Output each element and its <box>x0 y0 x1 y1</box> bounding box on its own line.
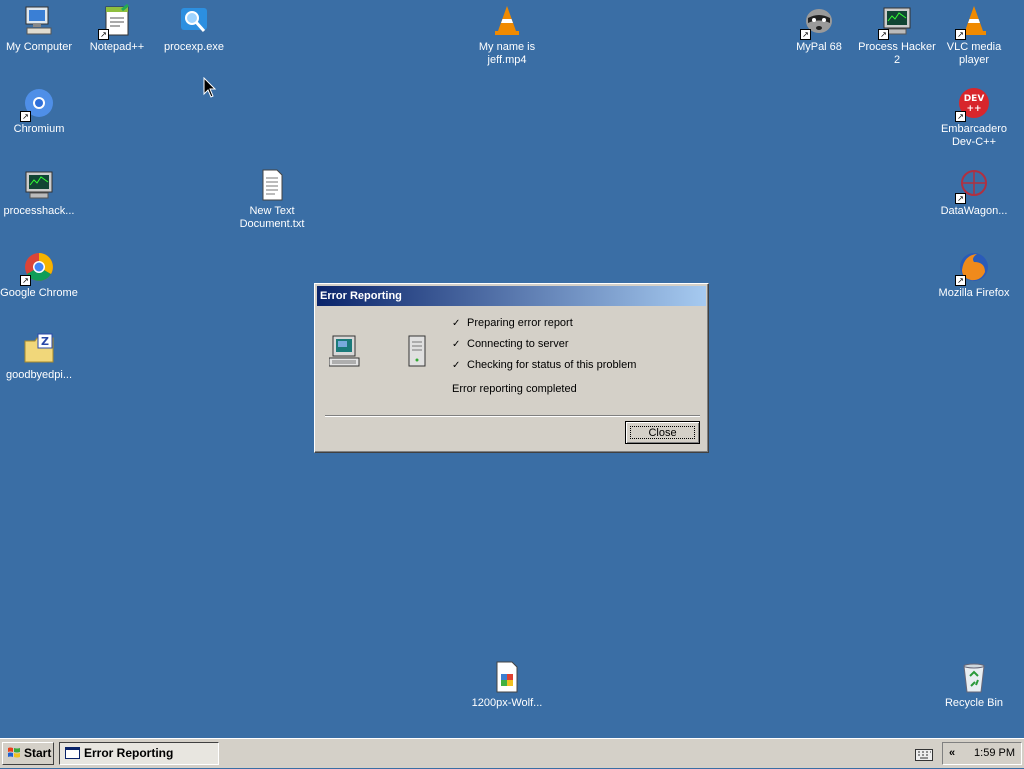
process-hacker-icon: ↗ <box>878 4 914 40</box>
progress-steps-list: ✓ Preparing error report ✓ Connecting to s… <box>452 316 636 379</box>
close-button[interactable]: Close <box>625 421 700 444</box>
icon-label: MyPal 68 <box>796 41 842 53</box>
desktop-icon-processhack[interactable]: processhack... <box>0 168 78 218</box>
icon-label: DataWagon... <box>940 205 1008 217</box>
desktop-icon-procexp[interactable]: procexp.exe <box>155 4 233 54</box>
computer-icon <box>22 4 56 38</box>
step-label: Checking for status of this problem <box>467 359 637 371</box>
icon-label: procexp.exe <box>164 41 224 53</box>
desktop-icon-recycle-bin[interactable]: Recycle Bin <box>935 660 1013 710</box>
desktop-icon-notepadpp[interactable]: ↗ Notepad++ <box>78 3 156 54</box>
devcpp-icon: DEV ++ ↗ <box>955 86 991 122</box>
show-hidden-icons-chevron-icon[interactable]: « <box>949 743 955 764</box>
desktop: My Computer ↗ Notepad++ procexp.exe My n… <box>0 0 1024 738</box>
focus-rect <box>630 426 695 439</box>
icon-label: My Computer <box>5 41 73 53</box>
chromium-icon: ↗ <box>20 86 56 122</box>
image-file-icon <box>490 660 524 694</box>
text-file-icon <box>255 168 289 202</box>
icon-label: goodbyedpi... <box>5 369 73 381</box>
shortcut-arrow-icon: ↗ <box>878 29 889 40</box>
chrome-icon: ↗ <box>20 250 56 286</box>
desktop-icon-devcpp[interactable]: DEV ++ ↗ Embarcadero Dev-C++ <box>935 86 1013 149</box>
step-label: Connecting to server <box>467 338 569 350</box>
icon-label: processhack... <box>3 205 75 217</box>
icon-label: New Text Document.txt <box>239 205 305 230</box>
raccoon-icon: ↗ <box>800 4 836 40</box>
start-label: Start <box>24 745 52 760</box>
desktop-icon-google-chrome[interactable]: ↗ Google Chrome <box>0 250 78 300</box>
svg-text:Z: Z <box>41 335 49 348</box>
icon-label: Embarcadero Dev-C++ <box>940 123 1008 148</box>
progress-step: ✓ Checking for status of this problem <box>452 358 636 379</box>
checkmark-icon: ✓ <box>452 339 461 350</box>
icon-label: Google Chrome <box>0 287 78 299</box>
mouse-cursor-icon <box>203 76 217 102</box>
shortcut-arrow-icon: ↗ <box>98 29 109 40</box>
vlc-cone-icon: ↗ <box>955 4 991 40</box>
desktop-icon-datawagon[interactable]: ↗ DataWagon... <box>935 168 1013 218</box>
desktop-icon-chromium[interactable]: ↗ Chromium <box>0 86 78 136</box>
process-hacker-icon <box>22 168 56 202</box>
step-label: Preparing error report <box>467 317 573 329</box>
shortcut-arrow-icon: ↗ <box>20 275 31 286</box>
desktop-icon-mypal[interactable]: ↗ MyPal 68 <box>780 4 858 54</box>
icon-label: 1200px-Wolf... <box>471 697 543 709</box>
desktop-icon-goodbyedpi[interactable]: Z goodbyedpi... <box>0 332 78 382</box>
desktop-icon-process-hacker[interactable]: ↗ Process Hacker 2 <box>858 4 936 67</box>
desktop-icon-vlc[interactable]: ↗ VLC media player <box>935 4 1013 67</box>
system-tray: « 1:59 PM <box>915 742 1022 765</box>
windows-logo-icon <box>7 746 21 762</box>
taskbar-button-error-reporting[interactable]: Error Reporting <box>59 742 219 765</box>
computer-icon <box>328 334 361 368</box>
checkmark-icon: ✓ <box>452 318 461 329</box>
shortcut-arrow-icon: ↗ <box>955 193 966 204</box>
taskbar: Start Error Reporting « 1:59 PM <box>0 738 1024 768</box>
firefox-icon: ↗ <box>955 250 991 286</box>
window-icon <box>65 747 80 759</box>
icon-label: Recycle Bin <box>944 697 1004 709</box>
dialog-titlebar[interactable]: Error Reporting <box>317 286 706 306</box>
server-icon <box>407 334 427 368</box>
shortcut-arrow-icon: ↗ <box>800 29 811 40</box>
progress-step: ✓ Connecting to server <box>452 337 636 358</box>
status-text: Error reporting completed <box>452 383 577 395</box>
taskbar-button-label: Error Reporting <box>84 746 174 760</box>
desktop-icon-video-file[interactable]: My name is jeff.mp4 <box>468 4 546 67</box>
svg-text:++: ++ <box>966 104 981 114</box>
icon-label: Chromium <box>13 123 65 135</box>
shortcut-arrow-icon: ↗ <box>955 275 966 286</box>
shortcut-arrow-icon: ↗ <box>955 29 966 40</box>
notepadpp-icon: ↗ <box>98 3 134 40</box>
progress-step: ✓ Preparing error report <box>452 316 636 337</box>
start-button[interactable]: Start <box>2 742 54 765</box>
desktop-icon-my-computer[interactable]: My Computer <box>0 4 78 54</box>
icon-label: Process Hacker 2 <box>858 41 936 66</box>
desktop-icon-new-text-document[interactable]: New Text Document.txt <box>233 168 311 231</box>
clock[interactable]: 1:59 PM <box>974 743 1015 764</box>
divider <box>325 415 700 417</box>
vlc-cone-icon <box>490 4 524 38</box>
error-reporting-dialog: Error Reporting ✓ Preparing error report … <box>314 283 709 453</box>
recycle-bin-icon <box>957 660 991 694</box>
checkmark-icon: ✓ <box>452 360 461 371</box>
icon-label: My name is jeff.mp4 <box>478 41 536 66</box>
keyboard-icon[interactable] <box>915 748 933 761</box>
desktop-icon-wolf-image[interactable]: 1200px-Wolf... <box>468 660 546 710</box>
zip-folder-icon: Z <box>22 332 56 366</box>
icon-label: Notepad++ <box>89 41 145 53</box>
shortcut-arrow-icon: ↗ <box>955 111 966 122</box>
icon-label: VLC media player <box>946 41 1002 66</box>
shortcut-arrow-icon: ↗ <box>20 111 31 122</box>
desktop-icon-firefox[interactable]: ↗ Mozilla Firefox <box>935 250 1013 300</box>
icon-label: Mozilla Firefox <box>938 287 1010 299</box>
process-explorer-icon <box>177 4 211 38</box>
svg-text:DEV: DEV <box>964 94 985 104</box>
datawagon-icon: ↗ <box>955 168 991 204</box>
